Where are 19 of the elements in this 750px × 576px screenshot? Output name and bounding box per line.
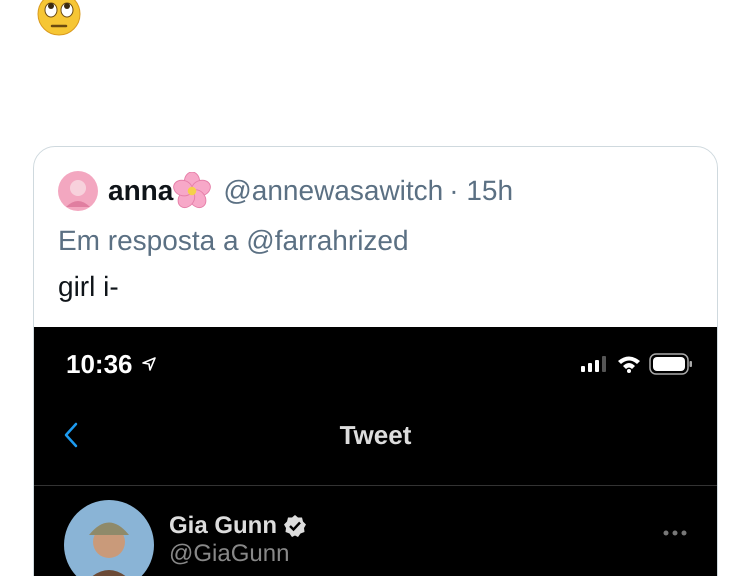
avatar-icon xyxy=(58,171,98,211)
wifi-icon xyxy=(617,355,641,373)
user-handle[interactable]: @GiaGunn xyxy=(169,540,648,568)
tweet-text: girl i- xyxy=(57,270,120,304)
signal-icon xyxy=(581,356,609,372)
flower-icon xyxy=(173,172,212,210)
back-icon[interactable] xyxy=(64,422,78,448)
nav-title: Tweet xyxy=(340,420,412,450)
author-handle[interactable]: @annewasawitch xyxy=(223,175,444,207)
status-time: 10:36 xyxy=(66,348,132,380)
quoted-tweet-card[interactable]: anna @annewasawitch · 15h Em resposta a @farrahrized girl i- 10:36 Tweet Gia Gunn @GiaGunn xyxy=(33,146,718,576)
location-arrow-icon xyxy=(140,356,156,372)
author-name[interactable]: anna xyxy=(108,175,174,207)
battery-icon xyxy=(649,353,693,375)
tweet-time: · 15h xyxy=(449,175,514,207)
reply-context: Em resposta a @farrahrized xyxy=(57,224,410,257)
avatar-icon[interactable] xyxy=(64,500,154,576)
user-name[interactable]: Gia Gunn xyxy=(169,512,277,540)
more-icon[interactable] xyxy=(663,530,687,536)
